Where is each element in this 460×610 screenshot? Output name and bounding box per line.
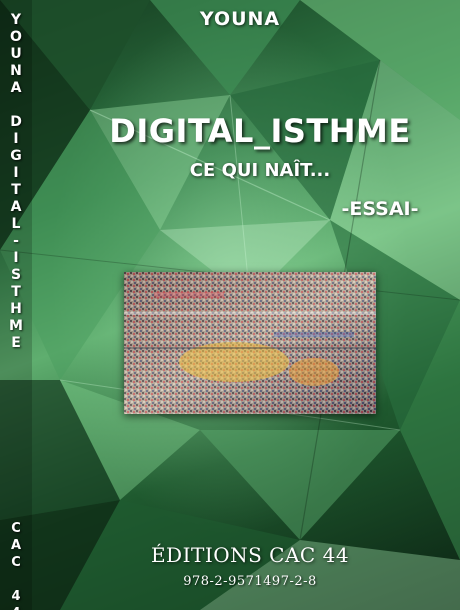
book-title: DIGITAL_ISTHME	[109, 112, 411, 150]
glitch-artwork	[124, 272, 376, 414]
isbn-number: 978-2-9571497-2-8	[183, 574, 317, 589]
genre-label: -ESSAI-	[341, 198, 419, 220]
spine-title: YOUNADIGITAL-ISTHME	[9, 12, 23, 351]
author-name: YOUNA	[199, 8, 281, 30]
book-cover: YOUNADIGITAL-ISTHME CAC 44 YOUNA DIGITAL…	[0, 0, 460, 610]
book-subtitle: CE QUI NAÎT...	[189, 160, 331, 181]
publisher-name: ÉDITIONS CAC 44	[150, 543, 350, 567]
spine-publisher: CAC 44	[10, 521, 22, 610]
cover-artwork-image	[124, 272, 376, 414]
